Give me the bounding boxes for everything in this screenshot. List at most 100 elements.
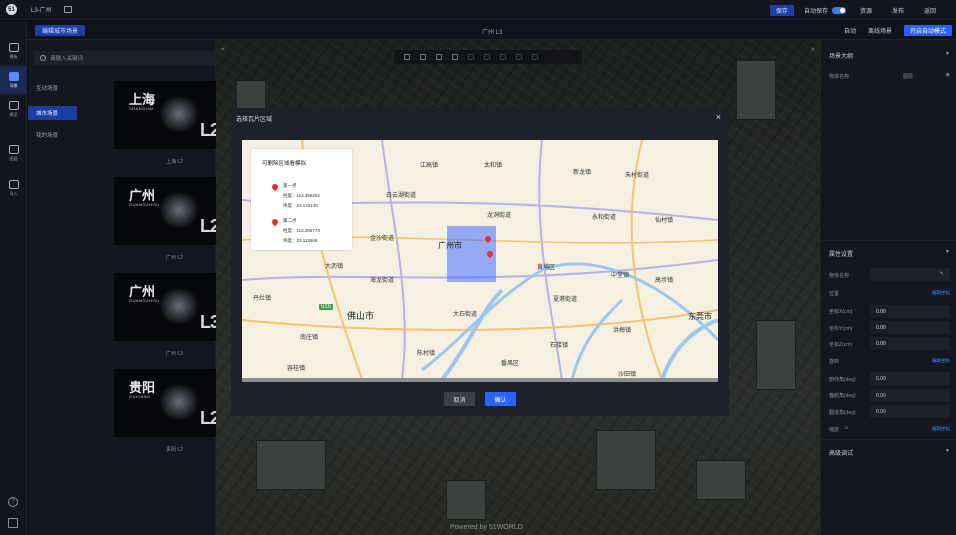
prop-label: 俯仰角(deg) xyxy=(829,377,856,383)
help-icon[interactable]: ? xyxy=(8,497,18,507)
map-pin-icon xyxy=(270,182,280,192)
coord-y-field[interactable]: 0.00 xyxy=(870,321,950,334)
card-en: GUANGZHOU xyxy=(129,202,160,207)
settings-icon[interactable] xyxy=(8,518,18,528)
app-logo[interactable]: 51 xyxy=(6,4,17,15)
chevron-down-icon[interactable]: ▼ xyxy=(945,448,950,454)
category-interactive[interactable]: 互动场景 xyxy=(28,81,77,95)
card-thumbnail xyxy=(159,287,199,325)
rail-item-model[interactable]: 模型 xyxy=(0,95,27,123)
scene-title: 广州 L3 xyxy=(482,30,503,36)
chevron-down-icon[interactable]: ▼ xyxy=(945,51,950,57)
city-icon xyxy=(8,71,19,81)
search-input[interactable]: 请输入关键词 xyxy=(34,51,237,65)
prop-value: 0.00 xyxy=(876,340,886,347)
rail-item-import[interactable]: 导入 xyxy=(0,174,27,202)
map-canvas[interactable]: 江高镇 太和镇 新龙镇 朱村街道 白云湖街道 龙洞街道 永和街道 仙村镇 金沙街… xyxy=(242,140,718,380)
lock-icon[interactable]: ⚠ xyxy=(844,425,848,431)
roll-field[interactable]: 0.00 xyxy=(870,405,950,418)
edit-scale-link[interactable]: 编辑坐标 xyxy=(932,426,950,432)
map-label: 龙洞街道 xyxy=(487,213,512,219)
offline-scene-link[interactable]: 离线场景 xyxy=(868,26,892,35)
point2-label: 第二点 xyxy=(283,218,297,223)
point2-lat: 纬度：23.113669 xyxy=(283,238,318,243)
map-label: 白云湖街道 xyxy=(386,193,417,199)
autosave-label: 自动保存 xyxy=(803,8,828,15)
scene-panel: 请输入关键词 互动场景 城市场景 我的场景 上海 SHANGHAI L2 上海 … xyxy=(28,40,237,535)
edit-position-link[interactable]: 编辑坐标 xyxy=(932,290,950,296)
close-icon[interactable]: × xyxy=(716,112,721,122)
object-name-field[interactable] xyxy=(870,268,950,281)
card-en: GUANGZHOU xyxy=(129,298,160,303)
card-en: GUIYANG xyxy=(129,394,151,399)
autosave-toggle[interactable] xyxy=(831,6,846,14)
confirm-button[interactable]: 确认 xyxy=(485,392,516,406)
map-scrollbar[interactable] xyxy=(242,378,718,382)
outline-label: 物体名称 xyxy=(829,74,850,80)
coord-z-field[interactable]: 0.00 xyxy=(870,337,950,350)
card-en: SHANGHAI xyxy=(129,106,154,111)
prop-value: 0.00 xyxy=(876,392,886,399)
back-link[interactable]: 返回 xyxy=(924,6,936,15)
category-mine[interactable]: 我的场景 xyxy=(28,128,77,142)
layout-icon[interactable] xyxy=(63,6,72,13)
coord-x-field[interactable]: 0.00 xyxy=(870,305,950,318)
point2-lng: 经度：113.366773 xyxy=(283,228,320,233)
eye-icon[interactable]: ◉ xyxy=(946,72,950,78)
outline-value: 图层 xyxy=(903,74,914,80)
save-button[interactable]: 保存 xyxy=(769,4,794,16)
left-rail: 模板 场景 模型 图层 导入 ? xyxy=(0,21,27,535)
cube-icon xyxy=(8,100,19,110)
save-label: 保存 xyxy=(775,8,788,15)
prop-label: 缩放 xyxy=(829,427,840,433)
prop-value: 0.00 xyxy=(876,308,886,315)
map-pin-icon xyxy=(270,217,280,227)
map-label: 佛山市 xyxy=(347,311,375,321)
outline-title: 场景大纲 xyxy=(829,54,854,60)
coordinates-info-box: 可删除区域看模拟 第一点 经度：113.359202 纬度：23.133149 … xyxy=(251,149,352,250)
prop-label: 坐标Z(cm) xyxy=(829,342,853,348)
category-city[interactable]: 城市场景 xyxy=(28,106,77,120)
edit-scene-button[interactable]: 编辑城市场景 xyxy=(35,25,86,36)
map-label: 广州市 xyxy=(438,241,462,250)
rail-label: 模型 xyxy=(9,111,18,117)
advanced-title: 高级调试 xyxy=(829,451,854,457)
sub-bar: 编辑城市场景 广州 L3 自动 离线场景 开启自动模式 xyxy=(0,21,956,40)
map-label: 朱村街道 xyxy=(625,173,650,179)
divider xyxy=(821,240,956,241)
prop-label: 位置 xyxy=(829,291,840,297)
cancel-button[interactable]: 取消 xyxy=(444,392,475,406)
chevron-down-icon[interactable]: ▼ xyxy=(945,249,950,255)
divider xyxy=(821,439,956,440)
rail-label: 场景 xyxy=(9,82,18,88)
properties-title: 属性设置 xyxy=(829,252,854,258)
map-label: 沙田镇 xyxy=(618,372,637,378)
card-thumbnail xyxy=(159,95,199,133)
prop-value: 0.00 xyxy=(876,375,886,382)
rail-item-layer[interactable]: 图层 xyxy=(0,139,27,167)
map-label: 洪梅镇 xyxy=(613,328,632,334)
resource-link[interactable]: 资源 xyxy=(860,6,872,15)
prop-label: 翻滚角(deg) xyxy=(829,410,856,416)
point1-lat: 纬度：23.133149 xyxy=(283,203,318,208)
map-label: 石楼镇 xyxy=(550,343,569,349)
rail-item-template[interactable]: 模板 xyxy=(0,37,27,65)
map-label: 永和街道 xyxy=(592,215,617,221)
edit-icon[interactable]: ✎ xyxy=(940,271,944,277)
map-label: 东莞市 xyxy=(688,312,712,321)
rail-label: 图层 xyxy=(9,155,18,161)
publish-link[interactable]: 发布 xyxy=(892,6,904,15)
map-label: 番禺区 xyxy=(501,361,520,367)
auto-mode-button[interactable]: 开启自动模式 xyxy=(903,25,952,36)
pitch-field[interactable]: 0.00 xyxy=(870,372,950,385)
prop-label: 坐标X(cm) xyxy=(829,309,853,315)
yaw-field[interactable]: 0.00 xyxy=(870,389,950,402)
card-thumbnail xyxy=(159,383,199,421)
map-label: 仙村镇 xyxy=(655,218,674,224)
auto-link[interactable]: 自动 xyxy=(844,26,856,35)
project-title: L3-广州 xyxy=(31,8,52,14)
edit-rotation-link[interactable]: 编辑坐标 xyxy=(932,358,950,364)
map-label: 陈村镇 xyxy=(417,351,436,357)
prop-label: 坐标Y(cm) xyxy=(829,326,853,332)
rail-item-scene[interactable]: 场景 xyxy=(0,66,27,94)
